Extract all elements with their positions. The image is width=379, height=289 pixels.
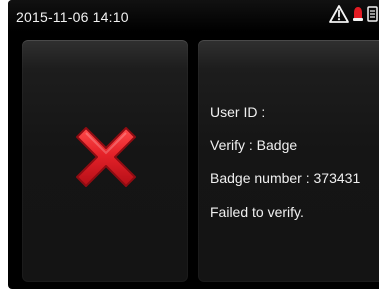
alarm-icon [352, 4, 364, 29]
device-screen: 2015-11-06 14:10 User ID: Verify: Badg… [8, 0, 379, 289]
device-icon [366, 4, 379, 29]
warning-icon [328, 4, 350, 29]
error-x-icon [76, 127, 136, 187]
date-time: 2015-11-06 14:10 [16, 9, 129, 25]
verification-details-panel: User ID : Verify : Badge Badge number : … [198, 40, 379, 282]
badge-number-label: Badge number : 373431 [210, 170, 361, 186]
verification-status-message: Failed to verify. [210, 204, 304, 220]
status-bar: 2015-11-06 14:10 [8, 0, 379, 32]
verification-result-panel [22, 40, 188, 282]
status-icons [328, 4, 379, 29]
verify-method-label: Verify : Badge [210, 137, 298, 153]
user-id-label: User ID : [210, 104, 266, 120]
